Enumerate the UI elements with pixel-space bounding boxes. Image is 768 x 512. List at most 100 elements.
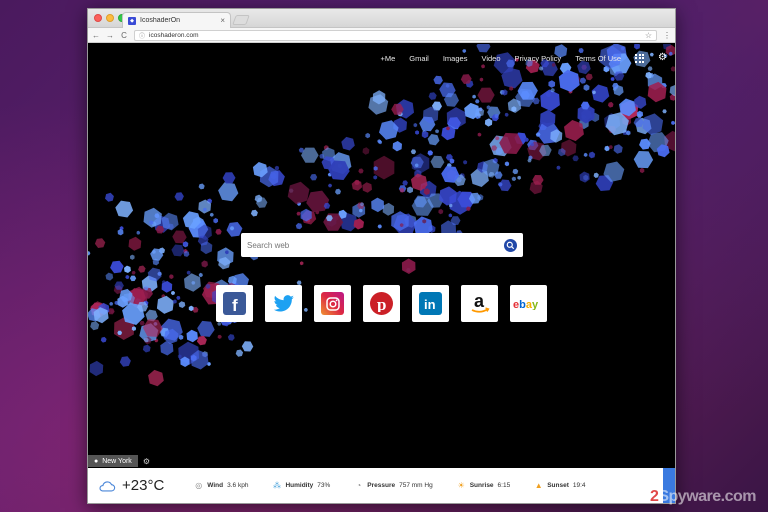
wind-item: ◎ Wind 3.6 kph (194, 481, 248, 490)
icosahedron-particle (226, 222, 243, 237)
svg-text:f: f (232, 296, 238, 312)
icosahedron-particle (413, 123, 418, 128)
browser-tab[interactable]: ◆ IcoshaderOn × (122, 12, 231, 28)
icosahedron-particle (172, 230, 187, 244)
icosahedron-particle (209, 212, 214, 217)
icosahedron-particle (186, 329, 198, 343)
location-chip[interactable]: ● New York (88, 455, 138, 467)
icosahedron-particle (130, 254, 135, 260)
icosahedron-particle (427, 134, 440, 146)
tile-ebay[interactable]: ebay (510, 285, 547, 322)
icosahedron-particle (662, 109, 667, 114)
particle-layer (88, 44, 675, 387)
icosahedron-particle (548, 80, 556, 88)
icosahedron-particle (147, 267, 162, 282)
info-icon[interactable]: ⓘ (139, 31, 145, 40)
sunrise-item: ☀ Sunrise 6:15 (457, 481, 511, 490)
icosahedron-particle (607, 101, 614, 108)
icosahedron-particle (430, 155, 445, 169)
back-button[interactable]: ← (92, 31, 100, 40)
icosahedron-particle (382, 202, 395, 216)
tile-linkedin[interactable]: in (412, 285, 449, 322)
icosahedron-particle (579, 171, 590, 183)
icosahedron-particle (100, 336, 107, 343)
icosahedron-particle (377, 224, 382, 229)
icosahedron-particle (274, 165, 279, 171)
icosahedron-particle (477, 132, 482, 137)
tile-instagram[interactable] (314, 285, 351, 322)
icosahedron-particle (477, 87, 495, 103)
nav-link-privacy-policy[interactable]: Privacy Policy (515, 54, 562, 63)
watermark: 2Spyware.com (649, 488, 757, 505)
icosahedron-particle (171, 290, 175, 296)
tab-close-icon[interactable]: × (220, 16, 225, 25)
icosahedron-particle (410, 149, 417, 155)
tile-pinterest[interactable]: p (363, 285, 400, 322)
quick-links: f p in a ebay (216, 285, 547, 322)
reload-button[interactable]: C (120, 31, 128, 40)
nav-link-images[interactable]: Images (443, 54, 468, 63)
icosahedron-particle (351, 180, 363, 191)
icosahedron-particle (572, 155, 579, 162)
location-settings-icon[interactable]: ⚙ (143, 457, 150, 466)
tile-amazon[interactable]: a (461, 285, 498, 322)
search-input[interactable] (247, 240, 504, 250)
pressure-gauge-icon: ◔ (356, 481, 362, 490)
tile-facebook[interactable]: f (216, 285, 253, 322)
sunset-value: 19:4 (572, 482, 586, 489)
icosahedron-particle (371, 197, 384, 213)
icosahedron-particle (407, 186, 414, 194)
icosahedron-particle (362, 182, 372, 193)
new-tab-button[interactable] (232, 15, 250, 25)
icosahedron-particle (178, 301, 186, 308)
close-window-button[interactable] (94, 14, 102, 22)
nav-link-terms-of-use[interactable]: Terms Of Use (575, 54, 621, 63)
top-navigation: +Me Gmail Images Video Privacy Policy Te… (380, 53, 667, 63)
humidity-label: Humidity (285, 482, 314, 489)
bookmark-star-icon[interactable]: ☆ (645, 31, 652, 40)
icosahedron-particle (645, 71, 652, 79)
icosahedron-particle (131, 270, 136, 275)
icosahedron-particle (215, 228, 222, 235)
location-city: New York (102, 457, 132, 465)
icosahedron-particle (296, 211, 301, 216)
icosahedron-particle (402, 180, 408, 186)
url-field[interactable]: ⓘ icoshaderon.com ☆ (134, 29, 657, 41)
icosahedron-particle (218, 182, 239, 202)
url-text[interactable]: icoshaderon.com (149, 32, 641, 39)
sunrise-value: 6:15 (497, 482, 511, 489)
icosahedron-particle (476, 44, 491, 53)
apps-grid-icon[interactable] (635, 53, 645, 63)
icosahedron-particle (479, 77, 484, 82)
tile-twitter[interactable] (265, 285, 302, 322)
nav-link-video[interactable]: Video (481, 54, 500, 63)
icosahedron-particle (171, 244, 185, 257)
search-button[interactable] (504, 238, 517, 252)
svg-text:in: in (424, 297, 436, 311)
forward-button[interactable]: → (106, 31, 114, 40)
instagram-icon (321, 292, 344, 315)
icosahedron-particle (213, 218, 219, 224)
icosahedron-particle (511, 176, 516, 182)
icosahedron-particle (299, 261, 304, 266)
nav-link-me[interactable]: +Me (380, 54, 395, 63)
sunrise-icon: ☀ (457, 481, 465, 490)
icosahedron-particle (287, 181, 310, 205)
icosahedron-particle (105, 192, 114, 202)
minimize-window-button[interactable] (106, 14, 114, 22)
icosahedron-particle (550, 88, 555, 93)
icosahedron-particle (129, 275, 137, 282)
browser-titlebar: ◆ IcoshaderOn × (88, 9, 675, 28)
pressure-value: 757 mm Hg (399, 482, 433, 489)
icosahedron-particle (633, 151, 654, 169)
nav-link-gmail[interactable]: Gmail (409, 54, 429, 63)
wind-value: 3.6 kph (227, 482, 249, 489)
icosahedron-particle (401, 258, 416, 274)
browser-menu-icon[interactable]: ⋮ (663, 31, 671, 40)
gear-icon[interactable]: ⚙ (658, 53, 667, 63)
pressure-label: Pressure (367, 482, 396, 489)
icosahedron-particle (197, 320, 215, 337)
icosahedron-particle (365, 132, 371, 139)
icosahedron-particle (435, 129, 439, 134)
humidity-item: ⁂ Humidity 73% (272, 481, 330, 490)
